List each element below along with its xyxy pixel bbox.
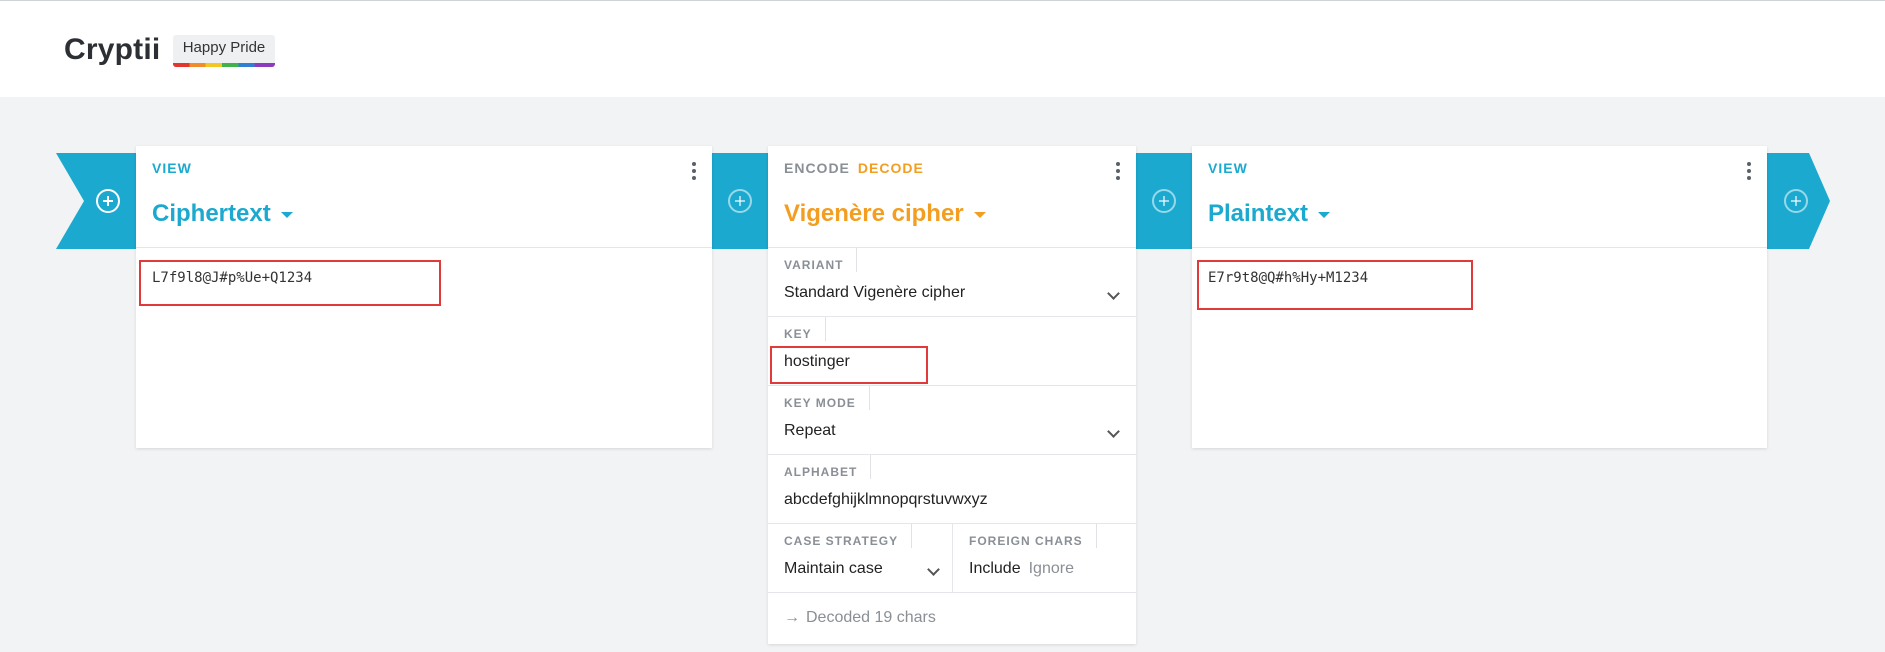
badge-label: Happy Pride [182,39,266,56]
arrow-right-icon: → [784,609,800,626]
foreign-chars-options: Include Ignore [969,560,1074,578]
add-icon [1784,189,1808,213]
encode-tab[interactable]: ENCODE [784,160,850,176]
vigenere-brick-card: ENCODE DECODE Vigenère cipher VARIANT Sta… [768,146,1136,644]
app-logo[interactable]: Cryptii [64,33,160,67]
setting-label: KEY MODE [784,386,870,410]
cipher-selector[interactable]: Vigenère cipher [784,200,986,228]
connector-2 [1136,153,1192,249]
pride-badge[interactable]: Happy Pride [173,35,275,67]
card-header: VIEW Plaintext [1192,146,1767,248]
foreign-chars-setting: FOREIGN CHARS Include Ignore [953,524,1136,593]
alphabet-input[interactable]: abcdefghijklmnopqrstuvwxyz [784,491,988,509]
case-foreign-row: CASE STRATEGY Maintain case FOREIGN CHAR… [768,524,1136,593]
ciphertext-view-card: VIEW Ciphertext L7f9l8@J#p%Ue+Q1234 [136,146,712,448]
decode-tab[interactable]: DECODE [858,160,924,176]
ignore-option[interactable]: Ignore [1029,560,1074,577]
chevron-down-icon [1107,425,1120,438]
setting-label: VARIANT [784,248,858,272]
add-right-button[interactable] [1784,189,1808,213]
case-strategy-select[interactable]: Maintain case [784,560,883,578]
card-header: ENCODE DECODE Vigenère cipher [768,146,1136,248]
plaintext-view-card: VIEW Plaintext E7r9t8@Q#h%Hy+M1234 [1192,146,1767,448]
variant-setting[interactable]: VARIANT Standard Vigenère cipher [768,248,1136,317]
include-option[interactable]: Include [969,560,1021,577]
variant-select[interactable]: Standard Vigenère cipher [784,284,965,302]
add-icon[interactable] [1152,189,1176,213]
case-strategy-setting[interactable]: CASE STRATEGY Maintain case [768,524,953,593]
highlight-box [1197,260,1473,310]
setting-label: FOREIGN CHARS [969,524,1097,548]
caret-down-icon [973,211,986,218]
caret-down-icon [280,211,293,218]
setting-label: ALPHABET [784,455,872,479]
caret-down-icon [1318,211,1331,218]
app-header: Cryptii Happy Pride [0,1,1885,97]
encoding-selector[interactable]: Plaintext [1208,200,1331,228]
card-title: Plaintext [1208,200,1309,227]
add-icon [96,189,120,213]
key-mode-setting[interactable]: KEY MODE Repeat [768,386,1136,455]
alphabet-setting[interactable]: ALPHABET abcdefghijklmnopqrstuvwxyz [768,455,1136,524]
key-mode-select[interactable]: Repeat [784,422,836,440]
status-message: Decoded 19 chars [806,609,936,626]
setting-label: CASE STRATEGY [784,524,913,548]
more-vert-icon[interactable] [688,162,700,182]
rainbow-stripe [173,63,275,67]
card-title: Ciphertext [152,200,271,227]
status-bar: → Decoded 19 chars [768,593,1136,644]
card-title: Vigenère cipher [784,200,964,227]
card-header: VIEW Ciphertext [136,146,712,248]
key-setting[interactable]: KEY hostinger [768,317,1136,386]
more-vert-icon[interactable] [1743,162,1755,182]
card-kind-label: VIEW [1208,160,1248,176]
card-kind-label: VIEW [152,160,192,176]
status-text: → Decoded 19 chars [784,609,936,627]
more-vert-icon[interactable] [1112,162,1124,182]
connector-1 [712,153,768,249]
chevron-down-icon [927,563,940,576]
highlight-box [139,260,441,306]
encoding-selector[interactable]: Ciphertext [152,200,293,228]
chevron-down-icon [1107,287,1120,300]
highlight-box [770,346,928,384]
setting-label: KEY [784,317,826,341]
add-icon[interactable] [728,189,752,213]
mode-toggle: ENCODE DECODE [784,160,924,176]
add-left-button[interactable] [96,189,120,213]
